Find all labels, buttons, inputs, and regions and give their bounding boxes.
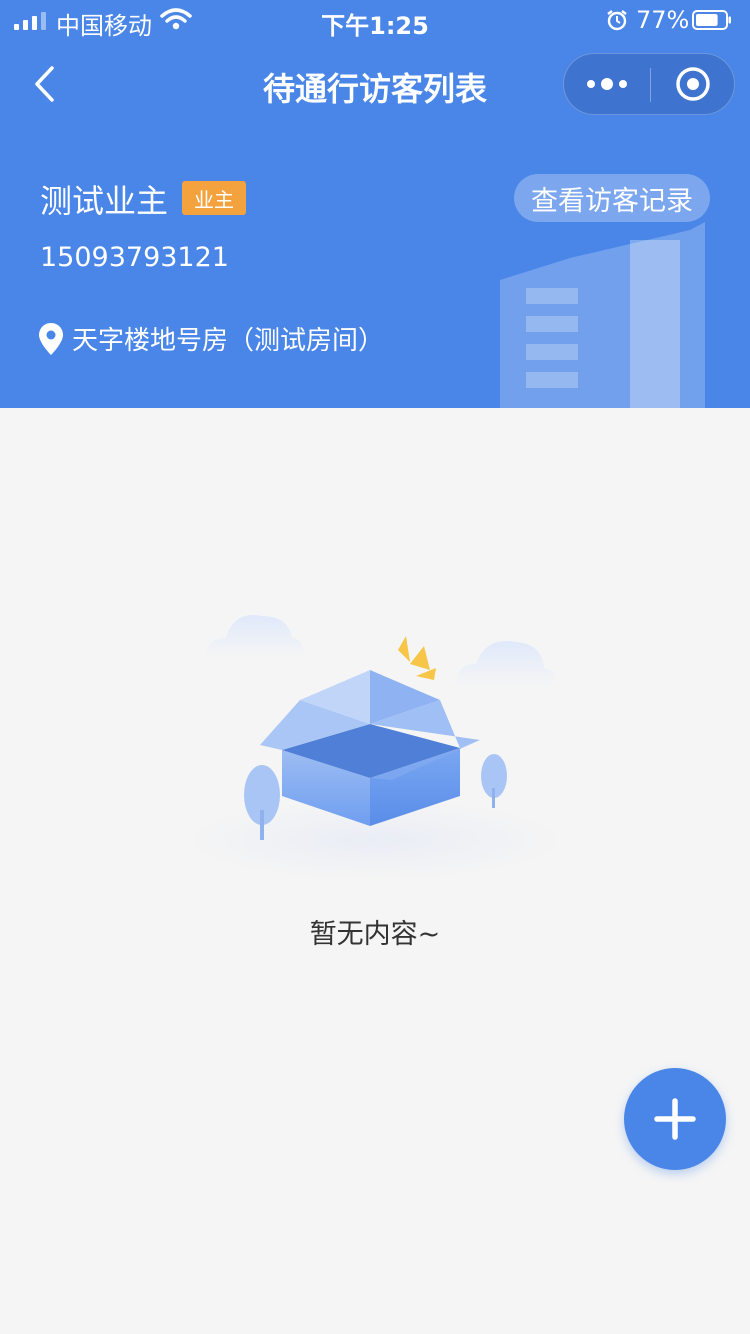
status-bar: 中国移动 下午1:25 77%: [0, 0, 750, 40]
user-phone: 15093793121: [40, 242, 229, 273]
view-visitor-records-button[interactable]: 查看访客记录: [514, 174, 710, 222]
mini-program-capsule: [563, 53, 735, 115]
plus-icon: [654, 1098, 696, 1140]
close-button[interactable]: [651, 54, 735, 114]
more-button[interactable]: [564, 54, 650, 114]
more-dots-icon: [587, 80, 595, 88]
target-close-icon: [676, 67, 710, 101]
user-name: 测试业主: [40, 182, 169, 220]
building-decoration: [500, 222, 705, 408]
alarm-icon: [607, 10, 627, 31]
battery-percent: 77%: [636, 6, 690, 34]
role-badge: 业主: [182, 181, 246, 215]
add-visitor-button[interactable]: [624, 1068, 726, 1170]
address-text: 天字楼地号房（测试房间）: [72, 326, 385, 356]
location-pin-icon: [39, 322, 63, 355]
battery-icon: [692, 10, 731, 30]
empty-state-text: 暂无内容~: [309, 919, 441, 950]
address-row: 天字楼地号房（测试房间）: [38, 320, 384, 357]
empty-box-illustration: [185, 614, 565, 880]
